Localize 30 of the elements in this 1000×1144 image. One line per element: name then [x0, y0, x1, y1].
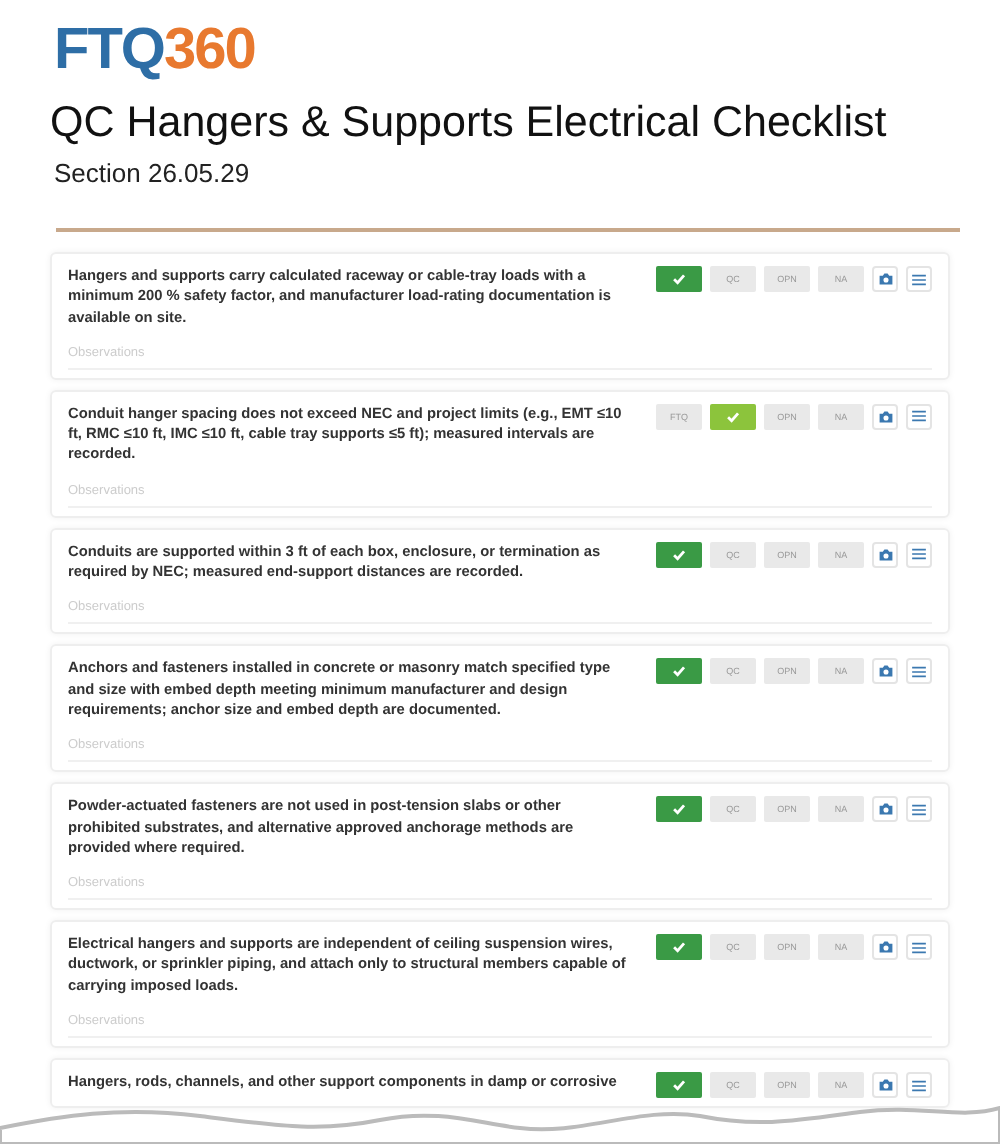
camera-icon[interactable] — [872, 266, 898, 292]
selected-result-button[interactable] — [656, 541, 702, 568]
camera-icon[interactable] — [872, 403, 898, 430]
check-icon — [672, 272, 686, 286]
check-icon — [672, 664, 686, 679]
camera-icon[interactable] — [872, 796, 898, 823]
camera-icon[interactable] — [872, 658, 898, 685]
page-title: QC Hangers & Supports Electrical Checklist — [50, 98, 889, 148]
selected-result-button[interactable] — [656, 934, 702, 961]
selected-result-button[interactable] — [656, 796, 702, 823]
check-icon — [672, 1078, 686, 1093]
logo: FTQ360 — [54, 20, 257, 80]
check-icon — [672, 802, 686, 817]
check-icon — [672, 940, 686, 955]
menu-icon[interactable] — [906, 266, 932, 292]
menu-icon[interactable] — [906, 658, 932, 685]
menu-icon[interactable] — [906, 1072, 932, 1099]
selected-result-button[interactable] — [656, 1072, 702, 1099]
camera-icon[interactable] — [872, 1072, 898, 1099]
camera-icon[interactable] — [872, 541, 898, 568]
section-number: Section 26.05.29 — [54, 158, 252, 188]
selected-result-button[interactable] — [656, 266, 702, 292]
camera-icon[interactable] — [872, 934, 898, 961]
menu-icon[interactable] — [906, 934, 932, 961]
check-icon — [726, 409, 740, 424]
menu-icon[interactable] — [906, 796, 932, 823]
menu-icon[interactable] — [906, 403, 932, 430]
menu-icon[interactable] — [906, 541, 932, 568]
selected-result-button[interactable] — [656, 658, 702, 685]
check-icon — [672, 547, 686, 562]
